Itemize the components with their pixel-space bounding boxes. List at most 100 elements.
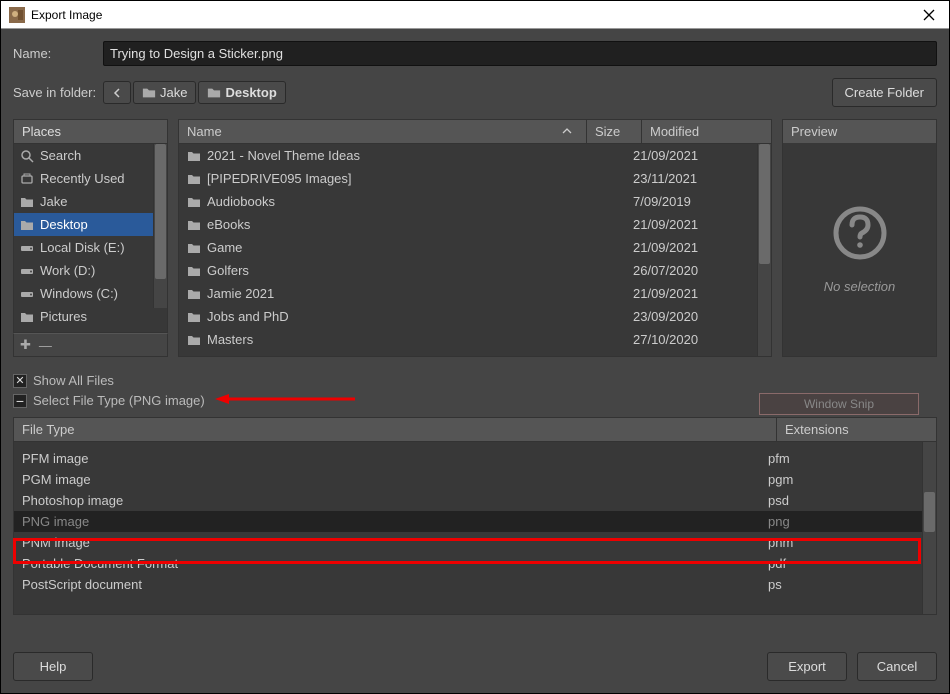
- filetype-row[interactable]: Photoshop imagepsd: [14, 490, 936, 511]
- file-row[interactable]: Masters 27/10/2020: [179, 328, 771, 351]
- filetype-name: PNG image: [22, 514, 768, 529]
- scrollbar-thumb[interactable]: [759, 144, 770, 264]
- filetype-list[interactable]: PFM imagepfmPGM imagepgmPhotoshop imagep…: [14, 442, 936, 614]
- files-scrollbar[interactable]: [757, 144, 771, 356]
- file-modified: 21/09/2021: [633, 148, 763, 163]
- cancel-button[interactable]: Cancel: [857, 652, 937, 681]
- places-footer: ✚ —: [13, 333, 168, 357]
- folder-icon: [187, 218, 201, 232]
- create-folder-button[interactable]: Create Folder: [832, 78, 937, 107]
- file-name: Masters: [207, 332, 253, 347]
- filetype-ext: pdf: [768, 556, 928, 571]
- file-row[interactable]: [PIPEDRIVE095 Images]23/11/2021: [179, 167, 771, 190]
- places-header: Places: [13, 119, 168, 144]
- drive-icon: [20, 241, 34, 255]
- close-icon: [923, 9, 935, 21]
- filetype-ext: pnm: [768, 535, 928, 550]
- preview-text: No selection: [824, 279, 896, 294]
- col-name[interactable]: Name: [179, 120, 586, 143]
- file-modified: 21/09/2021: [633, 217, 763, 232]
- filetype-row[interactable]: PNG imagepng: [14, 511, 936, 532]
- breadcrumb-back-button[interactable]: [103, 81, 131, 104]
- file-row[interactable]: Audiobooks7/09/2019: [179, 190, 771, 213]
- file-name: Game: [207, 240, 242, 255]
- col-extensions[interactable]: Extensions: [776, 418, 936, 441]
- place-item-local-disk-e-[interactable]: Local Disk (E:): [14, 236, 167, 259]
- place-item-work-d-[interactable]: Work (D:): [14, 259, 167, 282]
- places-list[interactable]: Search Recently Used JakeDesktopLocal Disk…: [13, 144, 168, 333]
- scrollbar-thumb[interactable]: [155, 144, 166, 279]
- filetype-scrollbar[interactable]: [922, 442, 936, 614]
- place-item-search[interactable]: Search: [14, 144, 167, 167]
- places-scrollbar[interactable]: [153, 144, 167, 308]
- folder-icon: [187, 333, 201, 347]
- question-icon: [832, 205, 888, 261]
- add-place-icon[interactable]: ✚: [20, 337, 31, 353]
- place-item-desktop[interactable]: Desktop: [14, 213, 167, 236]
- breadcrumb-label: Jake: [160, 85, 187, 100]
- folder-icon: [187, 149, 201, 163]
- file-modified: 21/09/2021: [633, 286, 763, 301]
- file-row[interactable]: Jobs and PhD23/09/2020: [179, 305, 771, 328]
- file-name: Jamie 2021: [207, 286, 274, 301]
- file-browser: Places Search Recently Used JakeDesktopLoc…: [13, 119, 937, 357]
- file-modified: 26/07/2020: [633, 263, 763, 278]
- filename-input[interactable]: [103, 41, 937, 66]
- file-row[interactable]: 2021 - Novel Theme Ideas21/09/2021: [179, 144, 771, 167]
- file-row[interactable]: Golfers26/07/2020: [179, 259, 771, 282]
- place-item-label: Windows (C:): [40, 286, 118, 301]
- place-item-label: Pictures: [40, 309, 87, 324]
- preview-body: No selection: [783, 143, 936, 356]
- app-icon: [9, 7, 25, 23]
- breadcrumb-desktop[interactable]: Desktop: [198, 81, 285, 104]
- show-all-files-row[interactable]: ✕ Show All Files: [13, 371, 937, 390]
- filetype-name: PGM image: [22, 472, 768, 487]
- folder-icon: [187, 287, 201, 301]
- window-close-button[interactable]: [909, 1, 949, 29]
- folder-icon: [20, 195, 34, 209]
- expander-icon[interactable]: −: [13, 394, 27, 408]
- breadcrumb-jake[interactable]: Jake: [133, 81, 196, 104]
- folder-icon: [187, 172, 201, 186]
- filetype-row[interactable]: PostScript documentps: [14, 574, 936, 595]
- place-item-recently-used[interactable]: Recently Used: [14, 167, 167, 190]
- export-button[interactable]: Export: [767, 652, 847, 681]
- folder-icon: [187, 264, 201, 278]
- show-all-files-label: Show All Files: [33, 373, 114, 388]
- place-item-label: Recently Used: [40, 171, 125, 186]
- annotation-arrow: [215, 392, 355, 409]
- chevron-left-icon: [112, 88, 122, 98]
- filetype-row[interactable]: PFM imagepfm: [14, 448, 936, 469]
- file-row[interactable]: eBooks21/09/2021: [179, 213, 771, 236]
- filetype-row[interactable]: PNM imagepnm: [14, 532, 936, 553]
- filetype-row[interactable]: PGM imagepgm: [14, 469, 936, 490]
- col-filetype[interactable]: File Type: [14, 418, 776, 441]
- folder-icon: [207, 86, 221, 100]
- place-item-windows-c-[interactable]: Windows (C:): [14, 282, 167, 305]
- file-modified: 21/09/2021: [633, 240, 763, 255]
- file-name: [PIPEDRIVE095 Images]: [207, 171, 352, 186]
- filetype-name: PFM image: [22, 451, 768, 466]
- file-name: Audiobooks: [207, 194, 275, 209]
- filetype-ext: png: [768, 514, 928, 529]
- file-modified: 27/10/2020: [633, 332, 763, 347]
- recent-icon: [20, 172, 34, 186]
- file-row[interactable]: Jamie 2021 21/09/2021: [179, 282, 771, 305]
- remove-place-icon[interactable]: —: [39, 338, 52, 353]
- filetype-ext: pfm: [768, 451, 928, 466]
- col-size[interactable]: Size: [586, 120, 641, 143]
- col-modified[interactable]: Modified: [641, 120, 771, 143]
- titlebar: Export Image: [1, 1, 949, 29]
- help-button[interactable]: Help: [13, 652, 93, 681]
- filetype-row[interactable]: Portable Document Formatpdf: [14, 553, 936, 574]
- file-row[interactable]: Game 21/09/2021: [179, 236, 771, 259]
- files-list[interactable]: 2021 - Novel Theme Ideas21/09/2021[PIPED…: [179, 144, 771, 356]
- filetype-ext: pgm: [768, 472, 928, 487]
- place-item-pictures[interactable]: Pictures: [14, 305, 167, 328]
- scrollbar-thumb[interactable]: [924, 492, 935, 532]
- place-item-jake[interactable]: Jake: [14, 190, 167, 213]
- checkbox-icon[interactable]: ✕: [13, 374, 27, 388]
- folder-label: Save in folder:: [13, 85, 103, 100]
- filetype-name: Photoshop image: [22, 493, 768, 508]
- preview-panel: Preview No selection: [782, 119, 937, 357]
